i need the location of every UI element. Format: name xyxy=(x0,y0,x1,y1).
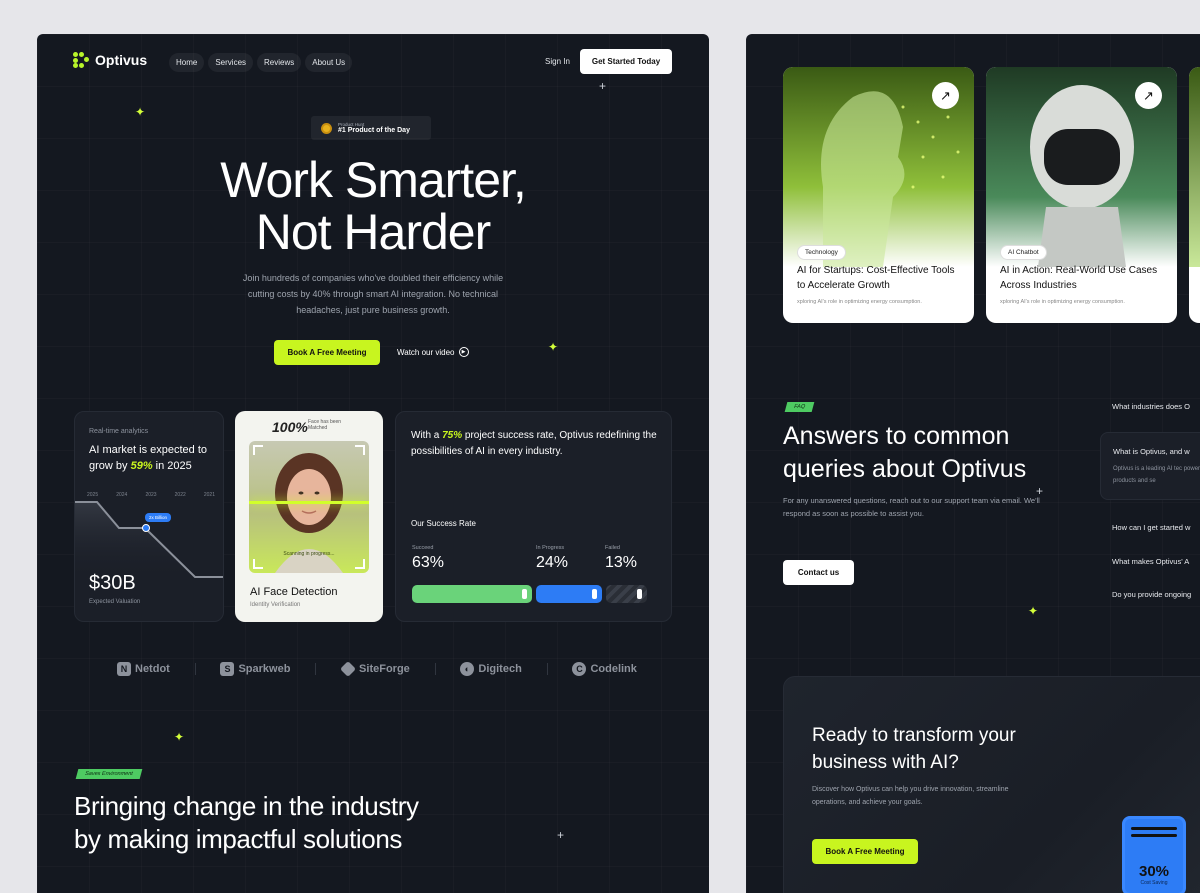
blog-card[interactable]: ↗ AI Chatbot AI in Action: Real-World Us… xyxy=(986,67,1177,323)
blog-card-partial[interactable] xyxy=(1189,67,1200,323)
cta-book-meeting-button[interactable]: Book A Free Meeting xyxy=(812,839,918,864)
blog-title: AI for Startups: Cost-Effective Tools to… xyxy=(797,265,955,291)
faq-question-open[interactable]: What is Optivus, and w Optivus is a lead… xyxy=(1100,432,1200,500)
faq-subtitle: For any unanswered questions, reach out … xyxy=(783,496,1040,518)
sign-in-link[interactable]: Sign In xyxy=(545,57,570,66)
success-text: With a 75% project success rate, Optivus… xyxy=(411,430,657,457)
landing-hero-panel: ✦ + ✦ + ✦ + ✦ Optivus Home Services Revi… xyxy=(37,34,709,893)
logo-sparkweb: S Sparkweb xyxy=(220,662,290,676)
analytics-card: Real-time analytics AI market is expecte… xyxy=(74,411,224,622)
main-nav: Home Services Reviews About Us xyxy=(169,53,353,72)
logo-digitech: ◐ Digitech xyxy=(460,662,522,676)
product-hunt-badge[interactable]: Product Hunt #1 Product of the Day xyxy=(311,116,431,140)
sparkle-icon: ✦ xyxy=(135,105,146,119)
blog-tag: AI Chatbot xyxy=(1000,245,1047,260)
stat-label-progress: In Progress xyxy=(536,545,565,551)
codelink-icon: C xyxy=(572,662,587,676)
open-article-arrow-icon[interactable]: ↗ xyxy=(1135,82,1162,109)
faq-tag: FAQ xyxy=(784,402,815,412)
success-bar-2 xyxy=(606,585,647,603)
nav-home[interactable]: Home xyxy=(169,53,205,72)
impact-heading: Bringing change in the industry by makin… xyxy=(74,791,419,854)
stat-value-failed: 13% xyxy=(605,554,638,571)
blog-card[interactable]: ↗ Technology AI for Startups: Cost-Effec… xyxy=(783,67,974,323)
faq-question[interactable]: What makes Optivus' A xyxy=(1112,557,1189,566)
book-meeting-button[interactable]: Book A Free Meeting xyxy=(274,340,380,365)
cta-heading: Ready to transform your business with AI… xyxy=(812,725,1016,773)
blog-excerpt: xploring AI's role in optimizing energy … xyxy=(797,299,922,305)
saves-environment-tag: Saves Environment xyxy=(75,769,143,779)
medal-icon xyxy=(321,122,332,134)
scanning-status: Scanning in progress... xyxy=(283,551,335,557)
sparkle-icon: ✦ xyxy=(548,340,559,354)
open-article-arrow-icon[interactable]: ↗ xyxy=(932,82,959,109)
analytics-title: AI market is expected to grow by 59% in … xyxy=(89,444,207,472)
stat-value-succeed: 63% xyxy=(412,554,445,571)
logo-codelink: C Codelink xyxy=(572,662,637,676)
market-line-chart xyxy=(75,501,223,580)
faq-question[interactable]: Do you provide ongoing xyxy=(1112,590,1191,599)
play-icon: ▶ xyxy=(458,347,469,357)
valuation-value: $30B xyxy=(89,572,136,594)
landing-content-panel: ↗ Technology AI for Startups: Cost-Effec… xyxy=(746,34,1200,893)
sparkle-icon: ✦ xyxy=(174,730,185,744)
partner-logos: N Netdot S Sparkweb SiteForge ◐ Digitech CC… xyxy=(117,661,637,677)
year-labels: 2025 2024 2023 2022 2021 xyxy=(87,492,215,498)
cost-saving-label: Cost Saving xyxy=(1140,880,1168,886)
cta-subtitle: Discover how Optivus can help you drive … xyxy=(812,786,1009,806)
faq-question[interactable]: How can I get started w xyxy=(1112,523,1190,532)
face-detection-card: 100% Face has been Matched Scanning in p… xyxy=(235,411,383,622)
face-card-subtitle: Identity Verification xyxy=(250,602,301,608)
nav-reviews[interactable]: Reviews xyxy=(257,53,302,72)
brand-mark-icon xyxy=(73,52,89,68)
valuation-label: Expected Valuation xyxy=(89,599,141,605)
siteforge-icon xyxy=(340,661,356,677)
faq-answer: Optivus is a leading AI tec powered prod… xyxy=(1113,466,1200,484)
get-started-button[interactable]: Get Started Today xyxy=(580,49,672,74)
blog-title: AI in Action: Real-World Use Cases Acros… xyxy=(1000,265,1158,291)
watch-video-link[interactable]: Watch our video ▶ xyxy=(397,347,469,357)
sparkweb-icon: S xyxy=(220,662,235,676)
brand-logo[interactable]: Optivus xyxy=(73,52,147,68)
analytics-kicker: Real-time analytics xyxy=(89,428,149,435)
hero-title: Work Smarter, Not Harder xyxy=(220,152,527,260)
badge-title: #1 Product of the Day xyxy=(338,127,410,134)
nav-services[interactable]: Services xyxy=(208,53,254,72)
cost-saving-value: 30% xyxy=(1138,863,1170,880)
sparkle-icon: + xyxy=(599,79,607,93)
success-heading: Our Success Rate xyxy=(411,519,476,528)
blog-excerpt: xploring AI's role in optimizing energy … xyxy=(1000,299,1125,305)
digitech-icon: ◐ xyxy=(460,662,475,676)
success-rate-card: With a 75% project success rate, Optivus… xyxy=(395,411,672,622)
stat-label-failed: Failed xyxy=(605,545,620,551)
face-photo: Scanning in progress... xyxy=(249,441,369,573)
sparkle-icon: + xyxy=(557,828,565,842)
nav-about[interactable]: About Us xyxy=(305,53,353,72)
match-score: 100% xyxy=(272,419,308,435)
contact-us-button[interactable]: Contact us xyxy=(783,560,854,585)
face-card-title: AI Face Detection xyxy=(250,586,338,598)
logo-netdot: N Netdot xyxy=(117,662,170,676)
netdot-icon: N xyxy=(117,662,131,676)
success-bar-0 xyxy=(412,585,532,603)
stat-label-succeed: Succeed xyxy=(412,545,434,551)
hero-subtitle: Join hundreds of companies who've double… xyxy=(242,273,504,315)
logo-siteforge: SiteForge xyxy=(340,661,410,677)
sparkle-icon: ✦ xyxy=(1028,604,1039,618)
blog-tag: Technology xyxy=(797,245,846,260)
brand-name: Optivus xyxy=(95,52,148,68)
stat-value-progress: 24% xyxy=(536,554,569,571)
success-bar-1 xyxy=(536,585,602,603)
cost-saving-widget: 30% Cost Saving xyxy=(1122,816,1186,893)
faq-question[interactable]: What industries does O xyxy=(1112,402,1190,411)
scan-line xyxy=(249,501,369,504)
faq-heading: Answers to common queries about Optivus xyxy=(783,422,1027,483)
match-label: Face has been Matched xyxy=(308,419,342,431)
chart-tooltip: 2x Billion xyxy=(145,513,172,522)
